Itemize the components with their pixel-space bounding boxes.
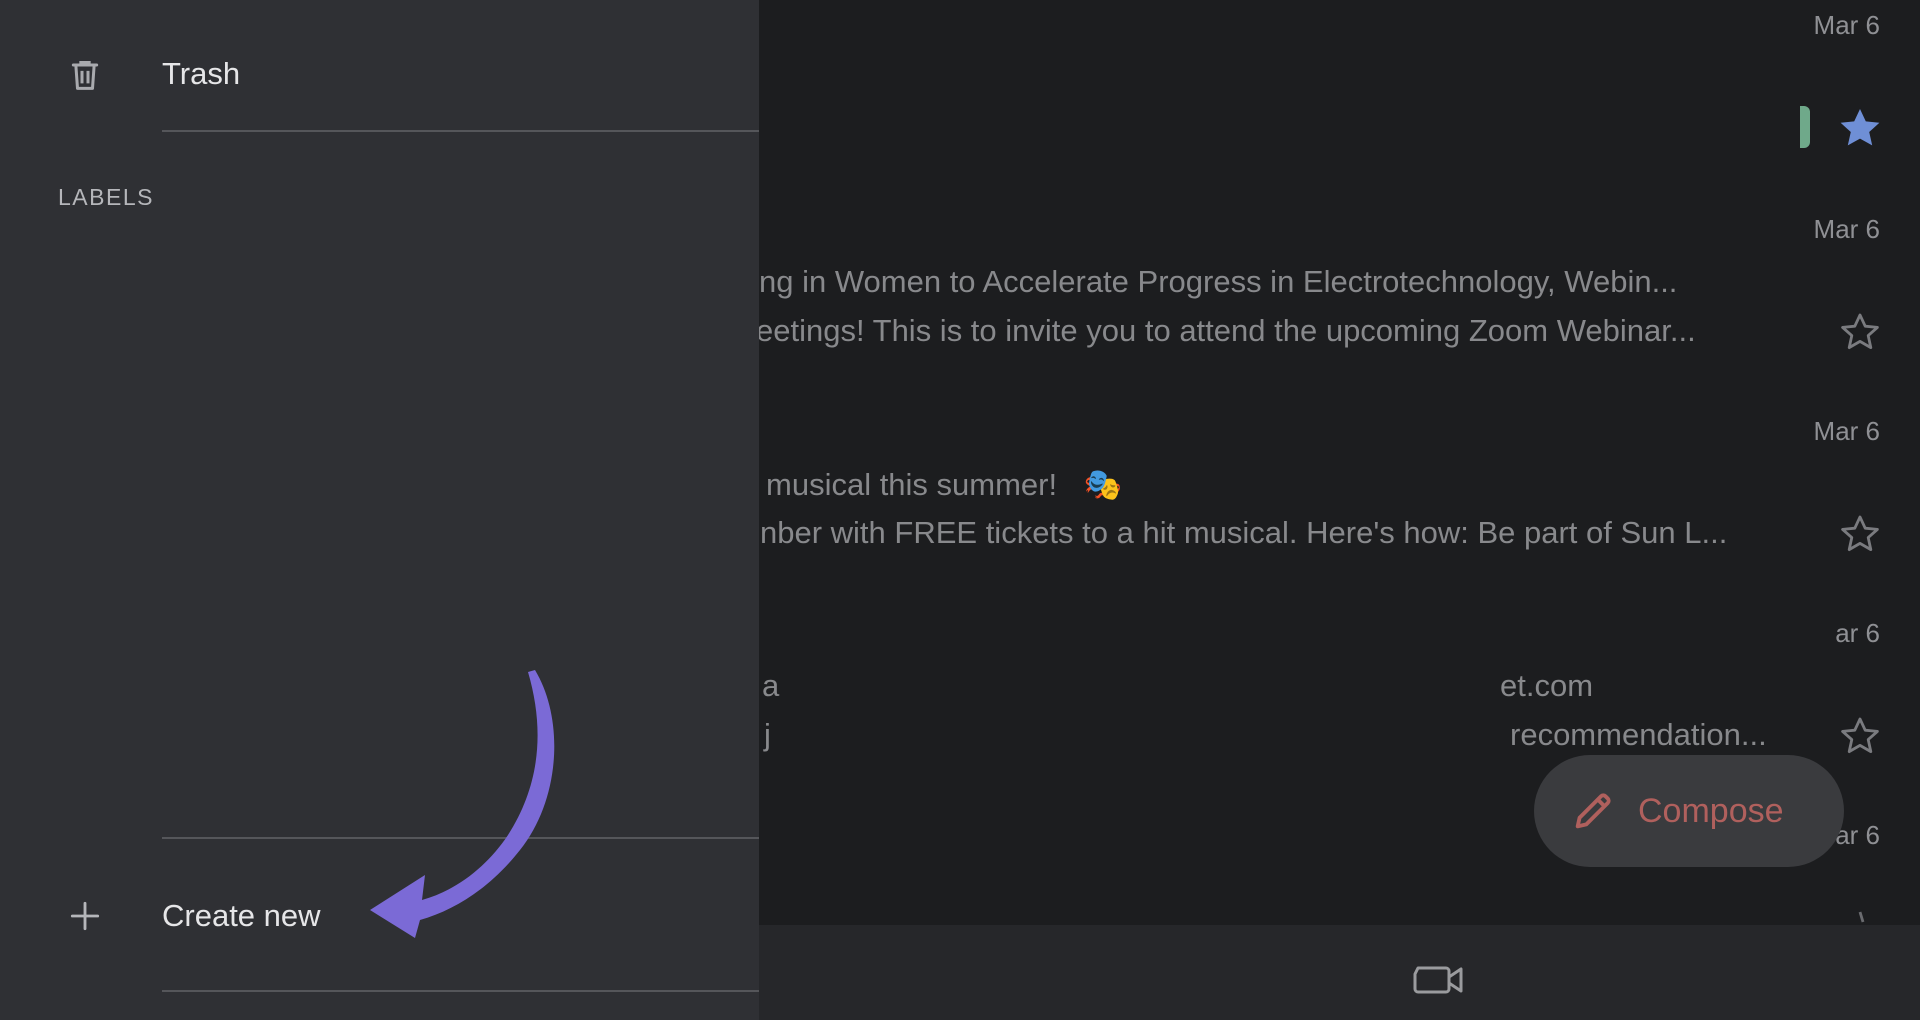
plus-icon (62, 893, 108, 939)
labels-section-heading: LABELS (58, 184, 154, 210)
email-snippet[interactable]: nber with FREE tickets to a hit musical.… (760, 515, 1727, 551)
email-date: Mar 6 (1813, 10, 1880, 40)
create-new-label-button[interactable]: Create new (0, 880, 759, 952)
email-snippet-fragment[interactable]: recommendation... (1510, 717, 1767, 753)
divider (162, 837, 759, 839)
divider (162, 990, 759, 992)
pencil-icon (1575, 793, 1611, 829)
trash-icon (62, 52, 108, 98)
create-new-label: Create new (162, 898, 321, 933)
star-outline-icon[interactable] (1836, 712, 1884, 760)
email-subject-fragment[interactable]: et.com (1500, 668, 1593, 704)
label-chip (1800, 106, 1810, 148)
email-date: ar 6 (1835, 618, 1880, 648)
star-outline-icon[interactable] (1836, 510, 1884, 558)
email-subject-fragment[interactable]: a (762, 668, 779, 704)
email-subject-text: musical this summer! (766, 467, 1058, 502)
navigation-drawer: Trash LABELS Create new (0, 0, 759, 1020)
compose-label: Compose (1638, 791, 1784, 830)
email-subject[interactable]: musical this summer! 🎭 (766, 466, 1122, 503)
theater-masks-emoji: 🎭 (1083, 467, 1123, 502)
drawer-item-trash[interactable]: Trash (0, 40, 759, 110)
star-outline-icon[interactable] (1836, 308, 1884, 356)
video-camera-icon[interactable] (1412, 960, 1466, 1000)
compose-button[interactable]: Compose (1534, 755, 1844, 867)
email-snippet[interactable]: eetings! This is to invite you to attend… (756, 313, 1696, 349)
email-date: Mar 6 (1813, 214, 1880, 244)
divider (162, 130, 759, 132)
star-filled-icon[interactable] (1836, 104, 1884, 152)
email-subject[interactable]: sting in Women to Accelerate Progress in… (728, 264, 1677, 300)
drawer-item-label: Trash (162, 56, 241, 91)
email-snippet-fragment[interactable]: j (764, 717, 771, 753)
email-date: Mar 6 (1813, 416, 1880, 446)
